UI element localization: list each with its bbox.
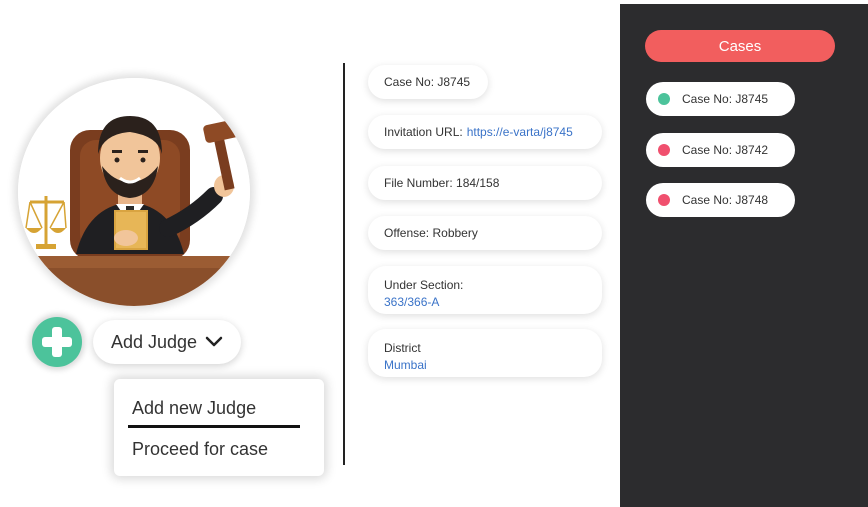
chevron-down-icon xyxy=(205,336,223,347)
menu-item-proceed-for-case[interactable]: Proceed for case xyxy=(132,439,268,460)
status-dot-icon xyxy=(658,93,670,105)
invitation-url-label: Invitation URL: xyxy=(384,125,463,139)
menu-divider xyxy=(128,425,300,428)
district-card: District Mumbai xyxy=(368,329,602,377)
case-list-item[interactable]: Case No: J8742 xyxy=(646,133,795,167)
case-list-item-label: Case No: J8742 xyxy=(682,143,769,157)
case-list-item-label: Case No: J8745 xyxy=(682,92,769,106)
judge-illustration-icon xyxy=(18,78,250,306)
vertical-divider xyxy=(343,63,345,465)
cases-panel: Cases Case No: J8745 Case No: J8742 Case… xyxy=(620,4,868,507)
offense-card: Offense: Robbery xyxy=(368,216,602,250)
cases-button[interactable]: Cases xyxy=(645,30,835,62)
case-number-text: Case No: J8745 xyxy=(384,75,471,89)
file-number-card: File Number: 184/158 xyxy=(368,166,602,200)
case-list-item[interactable]: Case No: J8748 xyxy=(646,183,795,217)
invitation-url-card: Invitation URL: https://e-varta/j8745 xyxy=(368,115,602,149)
invitation-url-link[interactable]: https://e-varta/j8745 xyxy=(467,125,573,139)
judge-dropdown-menu: Add new Judge Proceed for case xyxy=(114,379,324,476)
case-list-item[interactable]: Case No: J8745 xyxy=(646,82,795,116)
under-section-value: 363/366-A xyxy=(384,295,440,309)
status-dot-icon xyxy=(658,144,670,156)
status-dot-icon xyxy=(658,194,670,206)
plus-icon xyxy=(42,327,72,357)
menu-item-add-new-judge[interactable]: Add new Judge xyxy=(132,398,256,419)
under-section-label: Under Section: xyxy=(384,278,464,292)
district-value: Mumbai xyxy=(384,358,427,372)
under-section-card: Under Section: 363/366-A xyxy=(368,266,602,314)
add-judge-plus-button[interactable] xyxy=(32,317,82,367)
district-label: District xyxy=(384,341,421,355)
file-number-text: File Number: 184/158 xyxy=(384,176,500,190)
add-judge-label: Add Judge xyxy=(110,331,198,352)
case-list-item-label: Case No: J8748 xyxy=(682,193,769,207)
add-judge-dropdown[interactable]: Add Judge xyxy=(93,320,241,364)
judge-avatar xyxy=(18,78,250,306)
case-number-card: Case No: J8745 xyxy=(368,65,488,99)
offense-text: Offense: Robbery xyxy=(384,226,478,240)
